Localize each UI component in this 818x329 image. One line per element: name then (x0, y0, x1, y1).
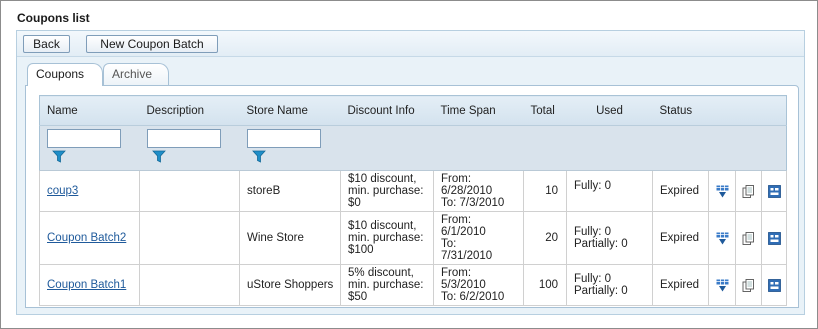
filter-funnel-icon[interactable] (151, 150, 166, 163)
details-icon[interactable] (767, 231, 781, 245)
store-name-cell: storeB (239, 170, 341, 212)
used-cell: Fully: 0 Partially: 0 (566, 264, 653, 306)
filter-funnel-icon[interactable] (52, 150, 66, 163)
table-row: Coupon Batch2 Wine Store $10 discount, mi… (39, 211, 787, 265)
column-header-description[interactable]: Description (139, 95, 240, 126)
coupons-panel: Back New Coupon Batch Coupons Archive Na… (16, 30, 805, 315)
download-codes-icon[interactable] (716, 232, 729, 245)
table-header-row: Name Description Store Name Discount Inf… (39, 95, 787, 126)
download-codes-icon[interactable] (716, 279, 729, 292)
store-filter-input[interactable] (246, 129, 321, 148)
column-header-status[interactable]: Status (652, 95, 709, 126)
table-row: Coupon Batch1 uStore Shoppers 5% discoun… (39, 264, 787, 306)
filter-funnel-icon[interactable] (251, 150, 266, 163)
coupons-table: Name Description Store Name Discount Inf… (39, 95, 787, 306)
column-header-action-3 (761, 95, 787, 126)
column-header-name[interactable]: Name (39, 95, 140, 126)
total-cell: 20 (523, 211, 567, 265)
filter-row (39, 125, 787, 171)
tab-archive[interactable]: Archive (103, 63, 169, 85)
page-title: Coupons list (17, 11, 90, 25)
used-cell: Fully: 0 (566, 170, 653, 212)
discount-info-cell: $10 discount, min. purchase: $100 (340, 211, 434, 265)
store-name-cell: Wine Store (239, 211, 341, 265)
status-cell: Expired (652, 264, 709, 306)
column-header-store-name[interactable]: Store Name (239, 95, 341, 126)
details-icon[interactable] (767, 278, 781, 292)
copy-icon[interactable] (742, 278, 755, 292)
column-header-action-2 (735, 95, 762, 126)
discount-info-cell: $10 discount, min. purchase: $0 (340, 170, 434, 212)
filter-cell-store (239, 125, 341, 171)
store-name-cell: uStore Shoppers (239, 264, 341, 306)
status-cell: Expired (652, 170, 709, 212)
time-span-cell: From: 6/1/2010 To: 7/31/2010 (433, 211, 524, 265)
column-header-action-1 (708, 95, 736, 126)
details-icon[interactable] (767, 184, 781, 198)
description-filter-input[interactable] (146, 129, 221, 148)
description-cell (139, 211, 240, 265)
time-span-cell: From: 5/3/2010 To: 6/2/2010 (433, 264, 524, 306)
total-cell: 10 (523, 170, 567, 212)
tab-coupons[interactable]: Coupons (27, 63, 103, 86)
coupon-name-link[interactable]: Coupon Batch1 (47, 279, 126, 291)
back-button[interactable]: Back (23, 35, 70, 53)
coupons-tab-body: Name Description Store Name Discount Inf… (25, 85, 799, 308)
name-filter-input[interactable] (47, 129, 121, 148)
used-cell: Fully: 0 Partially: 0 (566, 211, 653, 265)
column-header-time-span[interactable]: Time Span (433, 95, 524, 126)
coupons-list-page: Coupons list Back New Coupon Batch Coupo… (0, 0, 818, 329)
new-coupon-batch-button[interactable]: New Coupon Batch (86, 35, 218, 53)
toolbar: Back New Coupon Batch (17, 31, 804, 57)
time-span-cell: From: 6/28/2010 To: 7/3/2010 (433, 170, 524, 212)
tab-container: Coupons Archive Name Description Store N… (25, 63, 799, 308)
column-header-discount-info[interactable]: Discount Info (340, 95, 434, 126)
status-cell: Expired (652, 211, 709, 265)
filter-cell-description (139, 125, 240, 171)
coupon-name-link[interactable]: coup3 (47, 185, 78, 197)
column-header-total[interactable]: Total (523, 95, 567, 126)
download-codes-icon[interactable] (716, 185, 729, 198)
discount-info-cell: 5% discount, min. purchase: $50 (340, 264, 434, 306)
column-header-used[interactable]: Used (566, 95, 653, 126)
total-cell: 100 (523, 264, 567, 306)
filter-cell-name (39, 125, 140, 171)
description-cell (139, 264, 240, 306)
coupon-name-link[interactable]: Coupon Batch2 (47, 232, 126, 244)
description-cell (139, 170, 240, 212)
table-row: coup3 storeB $10 discount, min. purchase:… (39, 170, 787, 212)
copy-icon[interactable] (742, 231, 755, 245)
copy-icon[interactable] (742, 184, 755, 198)
